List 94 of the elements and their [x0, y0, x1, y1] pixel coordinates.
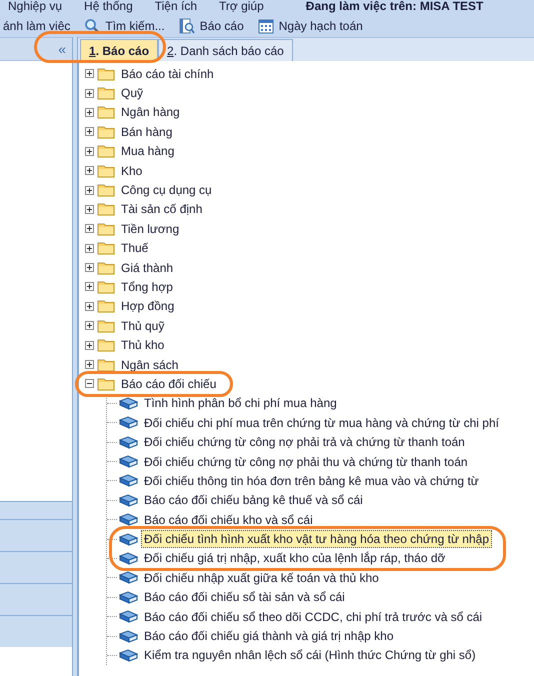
- expand-icon[interactable]: [85, 88, 94, 98]
- tree-item[interactable]: Đối chiếu giá trị nhập, xuất kho của lệnh lắp ráp, tháo dỡ: [141, 549, 448, 568]
- folder-icon: [97, 299, 115, 314]
- folder-icon: [97, 358, 115, 372]
- expand-icon[interactable]: [85, 263, 94, 272]
- tree-item[interactable]: Hợp đồng: [118, 297, 178, 316]
- folder-icon: [97, 202, 115, 216]
- folder-icon: [97, 86, 115, 100]
- tree-item[interactable]: Thuế: [118, 239, 152, 258]
- folder-icon: [97, 183, 115, 198]
- expand-icon[interactable]: [85, 321, 94, 330]
- folder-icon: [97, 105, 115, 120]
- tab[interactable]: 1. Báo cáo: [80, 39, 158, 61]
- tree-item[interactable]: Tổng hợp: [118, 278, 176, 296]
- folder-icon: [97, 376, 115, 391]
- tree-item[interactable]: Đối chiếu chứng từ công nợ phải trả và chứng từ thanh toán: [141, 433, 468, 452]
- tree-item[interactable]: Đối chiếu chi phí mua trên chứng từ mua hàng và chứng từ chi phí: [141, 414, 502, 432]
- report-icon: [178, 18, 195, 34]
- menu-item[interactable]: Nghiệp vụ: [8, 0, 62, 15]
- tree-item[interactable]: Báo cáo đối chiếu kho và sổ cái: [141, 510, 316, 529]
- calendar-icon: [258, 18, 274, 34]
- book-icon: [119, 436, 138, 449]
- expand-icon[interactable]: [85, 302, 94, 311]
- book-icon: [119, 590, 138, 604]
- expand-icon[interactable]: [85, 166, 94, 176]
- tree-item[interactable]: Mua hàng: [118, 142, 178, 160]
- expand-icon[interactable]: [85, 224, 94, 234]
- folder-icon: [97, 66, 115, 81]
- book-icon: [119, 552, 138, 565]
- menu-item[interactable]: Tiện ích: [154, 0, 197, 15]
- tree-item[interactable]: Công cụ dụng cụ: [118, 181, 215, 200]
- toolbar-button[interactable]: Tìm kiếm...: [81, 17, 168, 35]
- collapse-button[interactable]: «: [56, 42, 68, 56]
- tree-item[interactable]: Quỹ: [118, 84, 146, 102]
- expand-icon[interactable]: [85, 127, 94, 136]
- tree-item[interactable]: Kiểm tra nguyên nhân lệch sổ cái (Hình thức Chứng từ ghi sổ): [141, 646, 479, 664]
- collapse-icon[interactable]: [85, 379, 94, 388]
- expand-icon[interactable]: [85, 108, 94, 117]
- tree-item[interactable]: Kho: [118, 162, 146, 180]
- folder-icon: [97, 260, 115, 275]
- folder-icon: [97, 318, 115, 333]
- expand-icon[interactable]: [85, 69, 94, 78]
- toolbar-button[interactable]: Báo cáo: [176, 17, 247, 35]
- tree-item[interactable]: Báo cáo đối chiếu giá thành và giá trị nhập kho: [141, 627, 397, 646]
- tree-item[interactable]: Tài sản cố định: [118, 200, 206, 218]
- folder-icon: [97, 222, 115, 236]
- folder-icon: [97, 164, 115, 178]
- tree-item[interactable]: Đối chiếu chứng từ công nợ phải thu và chứng từ thanh toán: [141, 452, 471, 470]
- expand-icon[interactable]: [85, 186, 94, 195]
- folder-icon: [97, 124, 115, 139]
- tree-item[interactable]: Đối chiếu nhập xuất giữa kế toán và thủ kho: [141, 568, 382, 587]
- menu-item[interactable]: Hệ thống: [84, 0, 133, 15]
- tree-item[interactable]: Bán hàng: [118, 122, 176, 141]
- tab[interactable]: 2. Danh sách báo cáo: [158, 39, 293, 61]
- tree-item[interactable]: Đối chiếu thông tin hóa đơn trên bảng kê mua vào và chứng từ: [141, 472, 482, 490]
- tree-item[interactable]: Báo cáo đối chiếu sổ theo dõi CCDC, chi phí trả trước và sổ cái: [141, 608, 486, 626]
- tree-item[interactable]: Báo cáo đối chiếu: [118, 374, 220, 393]
- folder-icon: [97, 280, 115, 294]
- book-icon: [119, 455, 138, 468]
- toolbar-button[interactable]: ánh làm việc: [0, 17, 74, 35]
- book-icon: [119, 416, 138, 430]
- toolbar-button[interactable]: Ngày hạch toán: [254, 17, 366, 35]
- workspace-label: Đang làm việc trên: MISA TEST: [306, 0, 484, 15]
- search-icon: [84, 18, 100, 34]
- folder-icon: [97, 241, 115, 256]
- book-icon: [119, 494, 138, 507]
- tree-item[interactable]: Báo cáo đối chiếu sổ tài sản và sổ cái: [141, 588, 348, 606]
- folder-icon: [97, 338, 115, 352]
- menu-item[interactable]: Trợ giúp: [219, 0, 264, 15]
- tree-item[interactable]: Báo cáo tài chính: [118, 64, 217, 83]
- tree-item[interactable]: Giá thành: [118, 258, 176, 277]
- book-icon: [119, 571, 138, 584]
- tree-item[interactable]: Thủ kho: [118, 336, 168, 354]
- tree-item[interactable]: Thủ quỹ: [118, 316, 168, 335]
- book-icon: [119, 610, 138, 624]
- expand-icon[interactable]: [85, 340, 94, 350]
- expand-icon[interactable]: [85, 282, 94, 292]
- book-icon: [119, 630, 138, 643]
- expand-icon[interactable]: [85, 204, 94, 214]
- book-icon: [119, 396, 138, 410]
- tree-item[interactable]: Ngân sách: [118, 356, 182, 374]
- tree-item[interactable]: Tiền lương: [118, 220, 182, 238]
- tree-item[interactable]: Báo cáo đối chiếu bảng kê thuế và sổ cái: [141, 491, 366, 510]
- expand-icon[interactable]: [85, 146, 94, 156]
- book-icon: [119, 474, 138, 488]
- tree-item[interactable]: Ngân hàng: [118, 103, 183, 122]
- expand-icon[interactable]: [85, 244, 94, 253]
- tree-item[interactable]: Đối chiếu tình hình xuất kho vật tư hàng hóa theo chứng từ nhập: [141, 530, 492, 548]
- tree-item[interactable]: Tình hình phân bổ chi phí mua hàng: [141, 394, 340, 412]
- book-icon: [119, 513, 138, 526]
- book-icon: [119, 648, 138, 662]
- folder-icon: [97, 144, 115, 158]
- book-icon: [119, 532, 138, 546]
- expand-icon[interactable]: [85, 360, 94, 370]
